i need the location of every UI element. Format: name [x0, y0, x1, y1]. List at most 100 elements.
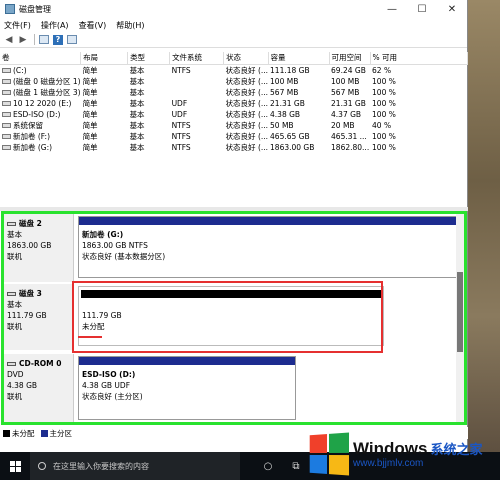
table-row[interactable]: 10 12 2020 (E:) 简单 基本 UDF 状态良好 (... 21.31 GB 2… [0, 98, 468, 109]
table-cell: 状态良好 (... [224, 109, 268, 120]
scrollbar-thumb[interactable] [457, 272, 463, 352]
disk-label-disk-3[interactable]: 磁盘 3 基本 111.79 GB 联机 [4, 284, 74, 350]
column-status[interactable]: 状态 [223, 52, 269, 65]
table-cell: ESD-ISO (D:) [0, 109, 81, 120]
hard-disk-icon [7, 291, 16, 296]
table-cell: (磁盘 0 磁盘分区 1) [0, 76, 81, 87]
table-row[interactable]: (磁盘 0 磁盘分区 1) 简单 基本 状态良好 (... 100 MB 100 MB 10… [0, 76, 468, 87]
table-cell: 简单 [81, 131, 128, 142]
cell-text: 简单 [82, 98, 98, 108]
cortana-icon[interactable]: ○ [254, 452, 282, 480]
table-cell: 465.31 ... [329, 131, 370, 142]
show-hide-tree-icon[interactable] [38, 34, 50, 46]
disk-label-disk-2[interactable]: 磁盘 2 基本 1863.00 GB 联机 [4, 214, 74, 282]
table-cell: UDF [170, 109, 224, 120]
disk-name: 磁盘 3 [19, 289, 42, 298]
column-free-space[interactable]: 可用空间 [329, 52, 371, 65]
column-percent-free[interactable]: % 可用 [370, 52, 468, 65]
table-row[interactable]: (磁盘 1 磁盘分区 3) 简单 基本 状态良好 (... 567 MB 567 MB 10… [0, 87, 468, 98]
maximize-button[interactable]: ☐ [407, 0, 437, 18]
table-row[interactable]: (C:) 简单 基本 NTFS 状态良好 (... 111.18 GB 69.24 GB 62… [0, 64, 468, 76]
column-layout[interactable]: 布局 [80, 52, 129, 65]
partition-title: ESD-ISO (D:) [82, 370, 136, 379]
legend-label: 主分区 [49, 428, 73, 438]
volume-icon [2, 79, 11, 84]
column-volume[interactable]: 卷 [0, 52, 82, 65]
cell-text: 111.18 GB [270, 65, 310, 75]
table-cell: NTFS [170, 64, 224, 76]
start-button[interactable] [0, 452, 30, 480]
vertical-scrollbar[interactable] [456, 214, 464, 422]
partition-title: 新加卷 (G:) [82, 230, 124, 239]
cell-text: 状态良好 (... [225, 131, 269, 141]
partition-g[interactable]: 新加卷 (G:) 1863.00 GB NTFS 状态良好 (基本数据分区) [78, 216, 458, 278]
table-cell: 新加卷 (G:) [0, 142, 81, 153]
cell-text: 100 % [372, 98, 396, 108]
cell-text: 69.24 GB [331, 65, 366, 75]
disk-type: DVD [7, 370, 24, 379]
partition-size: 4.38 GB UDF [82, 381, 131, 390]
table-row[interactable]: 系统保留 简单 基本 NTFS 状态良好 (... 50 MB 20 MB 40 % [0, 120, 468, 131]
task-view-icon[interactable]: ⧉ [282, 452, 310, 480]
partition-status: 状态良好 (基本数据分区) [82, 252, 166, 261]
table-cell: 69.24 GB [329, 64, 370, 76]
cell-text: (磁盘 1 磁盘分区 3) [13, 87, 81, 97]
table-cell: 4.37 GB [329, 109, 370, 120]
minimize-button[interactable]: — [377, 0, 407, 18]
partition-d[interactable]: ESD-ISO (D:) 4.38 GB UDF 状态良好 (主分区) [78, 356, 296, 420]
disk-label-cdrom-0[interactable]: CD-ROM 0 DVD 4.38 GB 联机 [4, 354, 74, 422]
watermark-brand: Windows [353, 439, 428, 458]
table-cell: 状态良好 (... [224, 142, 268, 153]
menu-action[interactable]: 操作(A) [41, 20, 69, 31]
table-cell: 简单 [81, 64, 128, 76]
table-cell: 567 MB [329, 87, 370, 98]
properties-icon[interactable] [66, 34, 78, 46]
table-cell: 简单 [81, 142, 128, 153]
windows-flag-logo-icon [309, 432, 350, 476]
volume-icon [2, 112, 11, 117]
back-arrow-icon[interactable]: ◀ [3, 34, 15, 46]
cell-text: 状态良好 (... [225, 98, 269, 108]
disk-type: 基本 [7, 300, 22, 309]
legend-label: 未分配 [12, 428, 35, 438]
disk-name: 磁盘 2 [19, 219, 42, 228]
column-type[interactable]: 类型 [127, 52, 171, 65]
cell-text: ESD-ISO (D:) [13, 109, 61, 119]
taskbar-search-box[interactable]: 在这里输入你要搜索的内容 [30, 452, 240, 480]
red-highlight-box [72, 281, 383, 353]
column-capacity[interactable]: 容量 [268, 52, 330, 65]
table-cell: 100 % [370, 142, 467, 153]
cell-text: 基本 [129, 120, 145, 130]
menu-bar: 文件(F) 操作(A) 查看(V) 帮助(H) [0, 18, 467, 32]
cell-text: NTFS [171, 142, 191, 152]
table-row[interactable]: 新加卷 (F:) 简单 基本 NTFS 状态良好 (... 465.65 GB 465.31… [0, 131, 468, 142]
cell-text: 567 MB [270, 87, 299, 97]
table-row[interactable]: ESD-ISO (D:) 简单 基本 UDF 状态良好 (... 4.38 GB 4.37 … [0, 109, 468, 120]
desktop-wallpaper [468, 0, 500, 452]
column-filesystem[interactable]: 文件系统 [169, 52, 225, 65]
cell-text: 状态良好 (... [225, 142, 269, 152]
cell-text: 简单 [82, 87, 98, 97]
table-row[interactable]: 新加卷 (G:) 简单 基本 NTFS 状态良好 (... 1863.00 GB 1862.… [0, 142, 468, 153]
cell-text: 100 % [372, 142, 396, 152]
menu-file[interactable]: 文件(F) [4, 20, 31, 31]
table-cell: NTFS [170, 131, 224, 142]
cell-text: 新加卷 (G:) [13, 142, 53, 152]
menu-view[interactable]: 查看(V) [79, 20, 107, 31]
cell-text: 状态良好 (... [225, 87, 269, 97]
close-button[interactable]: ✕ [437, 0, 467, 18]
cell-text: NTFS [171, 120, 191, 130]
menu-help[interactable]: 帮助(H) [116, 20, 144, 31]
table-cell: 系统保留 [0, 120, 81, 131]
disk-status: 联机 [7, 252, 22, 261]
cell-text: 新加卷 (F:) [13, 131, 50, 141]
table-cell: 1862.80... [329, 142, 370, 153]
table-cell [170, 87, 224, 98]
cell-text: 状态良好 (... [225, 109, 269, 119]
table-cell: 100 MB [329, 76, 370, 87]
forward-arrow-icon[interactable]: ▶ [17, 34, 29, 46]
table-cell: 111.18 GB [268, 64, 329, 76]
help-icon[interactable]: ? [52, 34, 64, 46]
cell-text: 10 12 2020 (E:) [13, 98, 72, 108]
volume-icon [2, 68, 11, 73]
